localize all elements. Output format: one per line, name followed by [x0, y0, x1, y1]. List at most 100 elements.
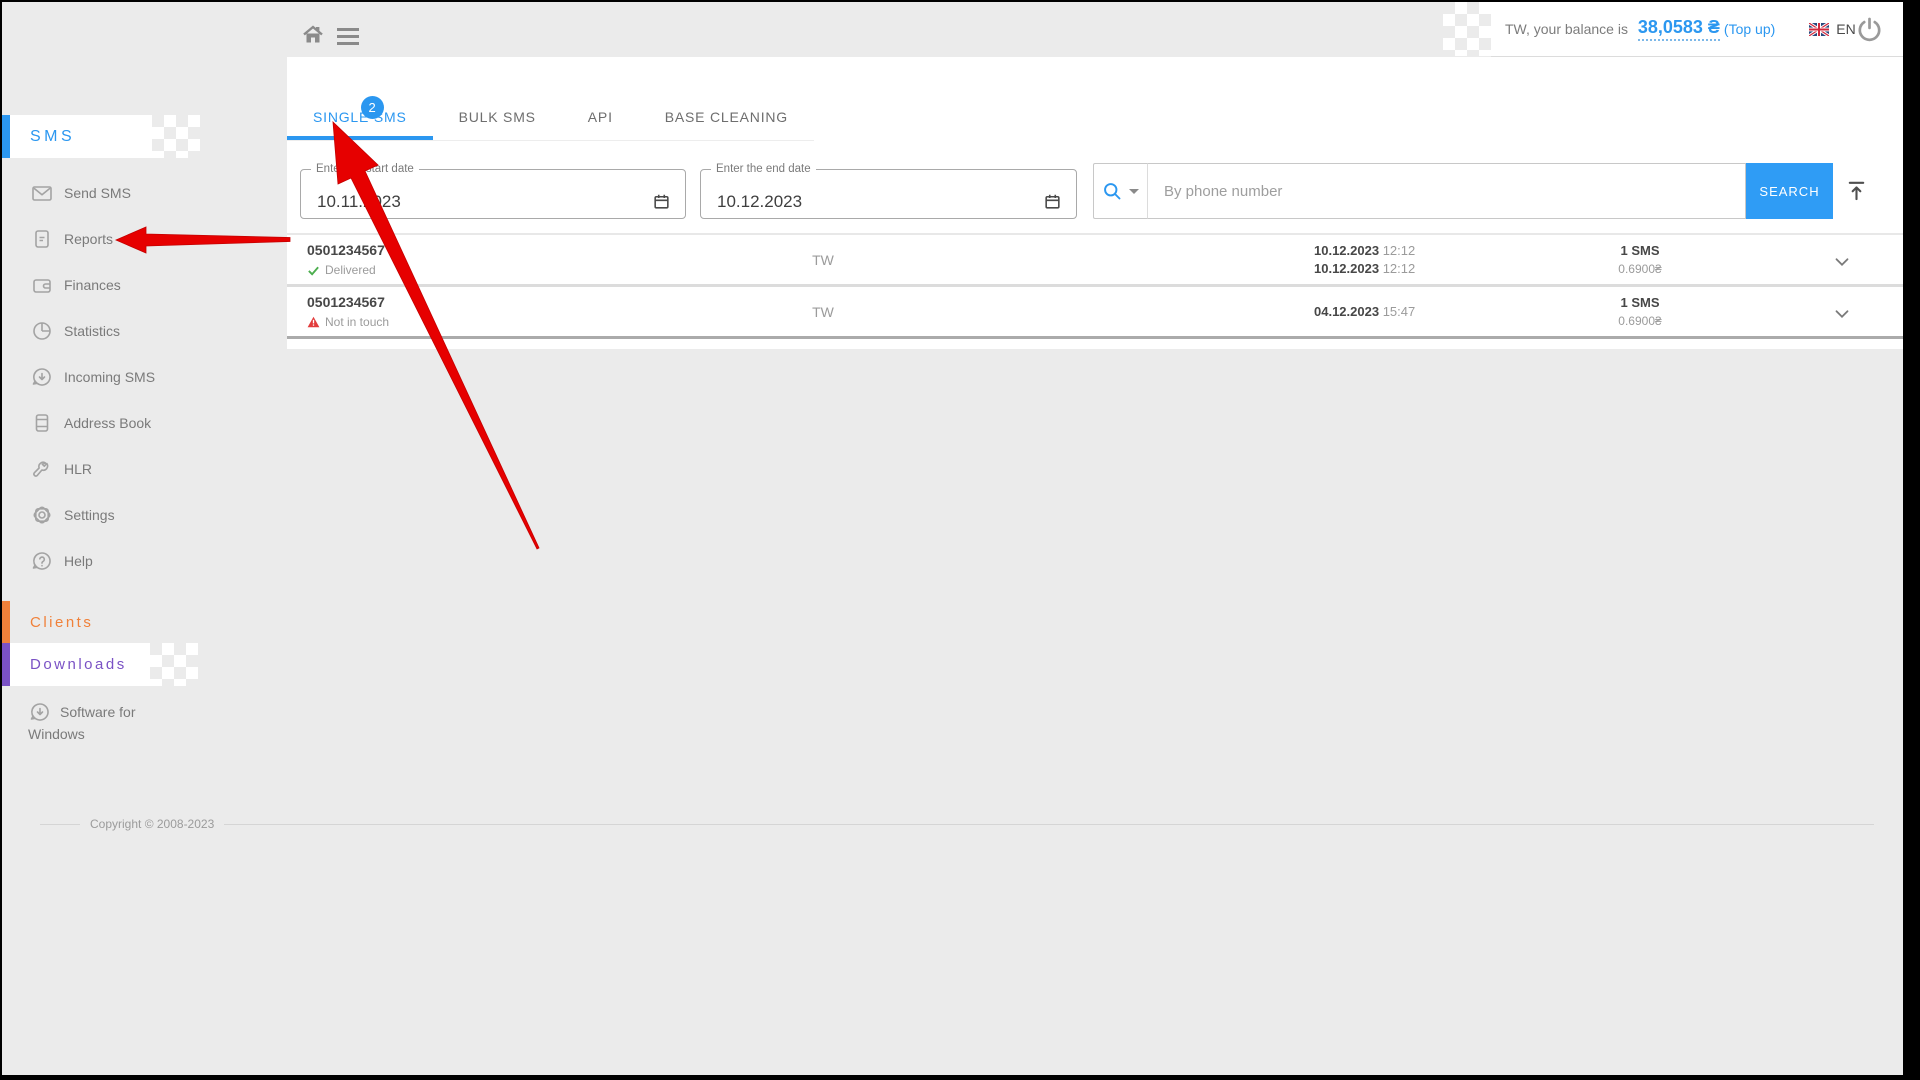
copyright-row: Copyright © 2008-2023 [2, 814, 1903, 834]
sent-time: 12:12 [1383, 243, 1416, 258]
book-icon [30, 411, 54, 435]
sidebar-section-sms[interactable]: SMS [2, 115, 152, 158]
message-status: Not in touch [307, 315, 389, 329]
uk-flag-icon [1809, 23, 1829, 36]
message-list: 0501234567 Delivered TW 10.12.2023 12:12… [287, 233, 1903, 339]
sidebar-section-clients[interactable]: Clients [2, 601, 192, 644]
sms-count: 1 SMS [1590, 295, 1690, 310]
sidebar-item-settings[interactable]: Settings [2, 492, 287, 538]
tab-bar: SINGLE SMS 2 BULK SMS API BASE CLEANING [287, 57, 814, 141]
delivered-time: 12:12 [1383, 261, 1416, 276]
chevron-down-icon [1129, 189, 1139, 194]
status-label: Delivered [325, 263, 376, 277]
nav-label: Send SMS [64, 185, 131, 201]
pixel-dissolve-edge [150, 643, 198, 686]
calendar-icon[interactable] [1043, 192, 1062, 211]
topup-link[interactable]: (Top up) [1724, 21, 1775, 37]
message-sender: TW [783, 287, 863, 336]
expand-chevron-icon[interactable] [1831, 303, 1853, 325]
nav-label: Finances [64, 277, 121, 293]
start-date-label: Enter the start date [311, 163, 419, 175]
topbar-account-area: TW, your balance is 38,0583 ₴ (Top up) E… [1491, 2, 1903, 57]
delivered-date: 10.12.2023 [1314, 261, 1379, 276]
nav-label: Address Book [64, 415, 151, 431]
sidebar-item-finances[interactable]: Finances [2, 262, 287, 308]
balance-amount[interactable]: 38,0583 ₴ [1638, 17, 1720, 41]
hamburger-menu-icon[interactable] [337, 28, 359, 50]
status-label: Not in touch [325, 315, 389, 329]
logout-power-icon[interactable] [1856, 16, 1883, 43]
message-row[interactable]: 0501234567 Not in touch TW 04.12.2023 15… [287, 287, 1903, 339]
nav-label: Statistics [64, 323, 120, 339]
sidebar-section-downloads[interactable]: Downloads [2, 643, 150, 686]
tab-label: BULK SMS [459, 109, 536, 125]
tab-single-sms[interactable]: SINGLE SMS 2 [287, 57, 433, 140]
nav-label: Help [64, 553, 93, 569]
sent-time: 15:47 [1383, 304, 1416, 319]
tab-bulk-sms[interactable]: BULK SMS [433, 57, 562, 140]
end-date-value[interactable]: 10.12.2023 [717, 192, 802, 212]
message-sender: TW [783, 235, 863, 284]
gear-icon [30, 503, 54, 527]
content-panel: SINGLE SMS 2 BULK SMS API BASE CLEANING … [287, 57, 1903, 349]
tab-api[interactable]: API [562, 57, 639, 140]
bubble-question-icon [30, 549, 54, 573]
sidebar-item-statistics[interactable]: Statistics [2, 308, 287, 354]
sidebar: SMS Send SMS Reports Finances Statistics [2, 2, 287, 1075]
pie-chart-icon [30, 319, 54, 343]
home-icon[interactable] [301, 23, 325, 52]
calendar-icon[interactable] [652, 192, 671, 211]
sidebar-item-send-sms[interactable]: Send SMS [2, 170, 287, 216]
sidebar-item-address-book[interactable]: Address Book [2, 400, 287, 446]
clients-accent-bar [2, 601, 10, 644]
divider-line [224, 824, 1874, 825]
check-icon [307, 264, 320, 277]
nav-label: Reports [64, 231, 113, 247]
language-selector[interactable]: EN [1809, 21, 1855, 37]
export-upload-icon[interactable] [1845, 179, 1868, 202]
envelope-icon [30, 181, 54, 205]
downloads-section-label: Downloads [30, 656, 127, 673]
sms-accent-bar [2, 115, 10, 158]
start-date-value[interactable]: 10.11.2023 [317, 192, 401, 212]
message-row[interactable]: 0501234567 Delivered TW 10.12.2023 12:12… [287, 235, 1903, 287]
search-input[interactable] [1147, 163, 1746, 219]
app-window: TW, your balance is 38,0583 ₴ (Top up) E… [2, 2, 1903, 1075]
search-mode-dropdown[interactable] [1093, 163, 1147, 219]
search-button[interactable]: SEARCH [1746, 163, 1833, 219]
nav-label: Incoming SMS [64, 369, 155, 385]
end-date-label: Enter the end date [711, 163, 816, 175]
sidebar-item-incoming-sms[interactable]: Incoming SMS [2, 354, 287, 400]
wallet-icon [30, 273, 54, 297]
sidebar-item-help[interactable]: Help [2, 538, 287, 584]
tab-base-cleaning[interactable]: BASE CLEANING [639, 57, 814, 140]
end-date-field[interactable]: Enter the end date 10.12.2023 [700, 163, 1077, 219]
message-phone: 0501234567 [307, 242, 385, 258]
document-icon [30, 227, 54, 251]
nav-label: HLR [64, 461, 92, 477]
sidebar-nav: Send SMS Reports Finances Statistics Inc… [2, 170, 287, 584]
copyright-text: Copyright © 2008-2023 [90, 817, 214, 831]
sent-date: 10.12.2023 [1314, 243, 1379, 258]
tab-label: BASE CLEANING [665, 109, 788, 125]
start-date-field[interactable]: Enter the start date 10.11.2023 [300, 163, 686, 219]
divider-line [40, 824, 80, 825]
sidebar-item-hlr[interactable]: HLR [2, 446, 287, 492]
sms-count: 1 SMS [1590, 243, 1690, 258]
sms-price: 0.6900₴ [1590, 262, 1690, 276]
download-bubble-icon [28, 700, 52, 724]
expand-chevron-icon[interactable] [1831, 251, 1853, 273]
magnifier-icon [1102, 181, 1123, 202]
balance-prefix: TW, your balance is [1505, 21, 1632, 37]
sidebar-item-reports[interactable]: Reports [2, 216, 287, 262]
pixel-dissolve-edge [152, 115, 200, 158]
sent-date: 04.12.2023 [1314, 304, 1379, 319]
wrench-icon [30, 457, 54, 481]
message-phone: 0501234567 [307, 294, 385, 310]
tab-label: API [588, 109, 613, 125]
tab-label: SINGLE SMS [313, 109, 407, 125]
language-label: EN [1836, 21, 1855, 37]
sms-price: 0.6900₴ [1590, 314, 1690, 328]
nav-label: Settings [64, 507, 115, 523]
sidebar-item-software-for-windows[interactable]: Software for Windows [28, 700, 178, 745]
